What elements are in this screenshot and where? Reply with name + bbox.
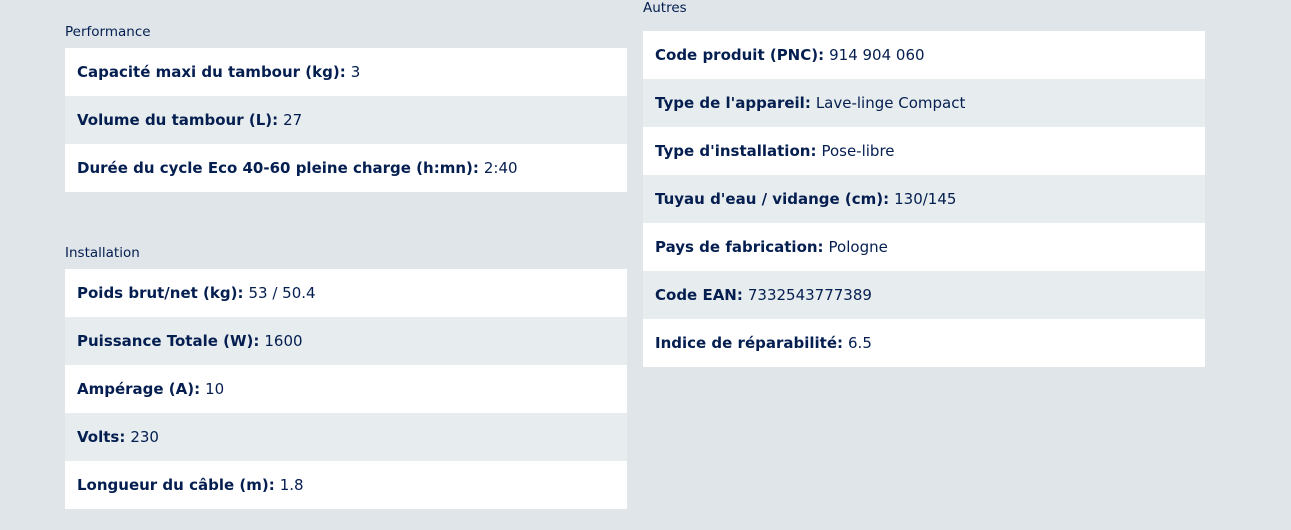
spec-label: Volume du tambour (L) xyxy=(77,111,273,129)
spec-label: Poids brut/net (kg) xyxy=(77,284,238,302)
spec-value: 2:40 xyxy=(483,159,518,177)
spec-row-amperage: Ampérage (A): 10 xyxy=(65,365,627,413)
spec-label: Capacité maxi du tambour (kg) xyxy=(77,63,340,81)
spec-value: 230 xyxy=(130,428,159,446)
spec-value: Lave-linge Compact xyxy=(815,94,966,112)
spec-label: Code EAN xyxy=(655,286,737,304)
spec-label: Type de l'appareil xyxy=(655,94,805,112)
performance-section: Performance Capacité maxi du tambour (kg… xyxy=(65,24,627,192)
spec-label: Pays de fabrication xyxy=(655,238,818,256)
spec-value: 27 xyxy=(283,111,303,129)
spec-row-drum-capacity: Capacité maxi du tambour (kg): 3 xyxy=(65,48,627,96)
spec-value: 914 904 060 xyxy=(829,46,925,64)
spec-label: Durée du cycle Eco 40-60 pleine charge (… xyxy=(77,159,473,177)
installation-title: Installation xyxy=(65,245,140,261)
performance-spec-list: Capacité maxi du tambour (kg): 3 Volume … xyxy=(65,48,627,192)
autres-spec-list: Code produit (PNC): 914 904 060 Type de … xyxy=(643,31,1205,367)
spec-value: 53 / 50.4 xyxy=(248,284,316,302)
spec-row-installation-type: Type d'installation: Pose-libre xyxy=(643,127,1205,175)
spec-label: Puissance Totale (W) xyxy=(77,332,254,350)
spec-row-cable-length: Longueur du câble (m): 1.8 xyxy=(65,461,627,509)
spec-label: Type d'installation xyxy=(655,142,811,160)
spec-value: 10 xyxy=(205,380,225,398)
spec-row-country-of-manufacture: Pays de fabrication: Pologne xyxy=(643,223,1205,271)
spec-row-volts: Volts: 230 xyxy=(65,413,627,461)
spec-value: 1.8 xyxy=(279,476,304,494)
spec-value: 130/145 xyxy=(894,190,957,208)
spec-row-eco-cycle-duration: Durée du cycle Eco 40-60 pleine charge (… xyxy=(65,144,627,192)
performance-title: Performance xyxy=(65,24,151,40)
spec-label: Ampérage (A) xyxy=(77,380,195,398)
spec-value: Pose-libre xyxy=(821,142,895,160)
spec-value: 3 xyxy=(350,63,361,81)
spec-value: 1600 xyxy=(264,332,303,350)
spec-label: Code produit (PNC) xyxy=(655,46,819,64)
installation-section: Installation Poids brut/net (kg): 53 / 5… xyxy=(65,245,627,509)
spec-value: 7332543777389 xyxy=(747,286,872,304)
spec-row-hose-length: Tuyau d'eau / vidange (cm): 130/145 xyxy=(643,175,1205,223)
spec-row-appliance-type: Type de l'appareil: Lave-linge Compact xyxy=(643,79,1205,127)
spec-row-ean-code: Code EAN: 7332543777389 xyxy=(643,271,1205,319)
autres-section: Autres Code produit (PNC): 914 904 060 T… xyxy=(643,0,1205,367)
spec-value: Pologne xyxy=(828,238,888,256)
autres-title: Autres xyxy=(643,0,687,16)
spec-row-product-code: Code produit (PNC): 914 904 060 xyxy=(643,31,1205,79)
spec-value: 6.5 xyxy=(848,334,872,352)
spec-row-weight: Poids brut/net (kg): 53 / 50.4 xyxy=(65,269,627,317)
spec-row-drum-volume: Volume du tambour (L): 27 xyxy=(65,96,627,144)
spec-row-repairability-index: Indice de réparabilité: 6.5 xyxy=(643,319,1205,367)
spec-label: Longueur du câble (m) xyxy=(77,476,269,494)
spec-label: Volts xyxy=(77,428,120,446)
spec-label: Tuyau d'eau / vidange (cm) xyxy=(655,190,884,208)
installation-spec-list: Poids brut/net (kg): 53 / 50.4 Puissance… xyxy=(65,269,627,509)
spec-row-total-power: Puissance Totale (W): 1600 xyxy=(65,317,627,365)
spec-label: Indice de réparabilité xyxy=(655,334,838,352)
